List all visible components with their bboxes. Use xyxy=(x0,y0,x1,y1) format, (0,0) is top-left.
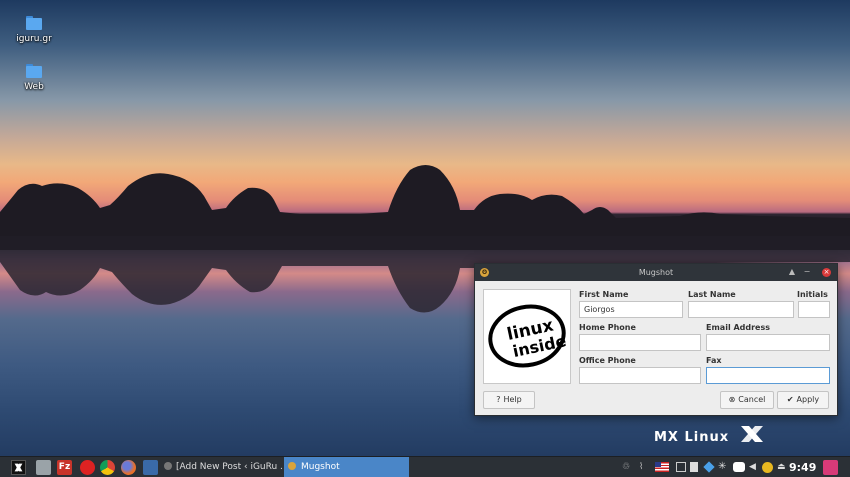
notification-icon[interactable] xyxy=(762,462,773,473)
task-label: Mugshot xyxy=(301,462,340,472)
last-name-field[interactable] xyxy=(688,301,794,318)
task-label: [Add New Post ‹ iGuRu ... xyxy=(176,462,282,472)
shore xyxy=(0,236,850,250)
filezilla-icon[interactable]: Fz xyxy=(57,460,72,475)
fax-label: Fax xyxy=(706,356,722,365)
firefox-small-icon xyxy=(164,462,172,470)
home-phone-label: Home Phone xyxy=(579,323,636,332)
mugshot-app-icon: ʘ xyxy=(480,268,489,277)
dropbox-icon[interactable] xyxy=(703,461,715,473)
desktop-icon-web[interactable]: Web xyxy=(4,64,64,92)
desktop-icon-label: Web xyxy=(24,82,44,92)
updates-icon[interactable]: ♲ xyxy=(622,462,632,472)
attachment-icon[interactable]: ⌇ xyxy=(639,462,649,472)
clipboard-icon[interactable] xyxy=(690,462,698,472)
screenshot-tool-icon[interactable] xyxy=(143,460,158,475)
first-name-field[interactable]: Giorgos xyxy=(579,301,683,318)
mx-linux-logo: MX Linux xyxy=(654,424,765,445)
initials-field[interactable] xyxy=(798,301,830,318)
chrome-icon[interactable] xyxy=(100,460,115,475)
treeline-silhouette xyxy=(0,165,850,238)
task-mugshot[interactable]: Mugshot xyxy=(284,457,409,477)
us-flag-icon[interactable] xyxy=(655,462,669,472)
volume-icon[interactable]: ◀ xyxy=(749,462,759,472)
office-phone-field[interactable] xyxy=(579,367,701,384)
mx-start-menu-icon[interactable] xyxy=(11,460,26,475)
help-button-label: Help xyxy=(503,395,522,404)
folder-icon xyxy=(26,64,42,78)
cancel-icon: ⊗ xyxy=(728,395,736,404)
file-manager-icon[interactable] xyxy=(36,460,51,475)
dialog-title: Mugshot xyxy=(638,268,674,277)
help-button[interactable]: ? Help xyxy=(483,391,535,409)
email-field[interactable] xyxy=(706,334,830,351)
apply-button[interactable]: ✔ Apply xyxy=(777,391,829,409)
mx-x-icon xyxy=(740,426,763,442)
check-icon: ✔ xyxy=(786,395,794,404)
first-name-label: First Name xyxy=(579,290,629,299)
chat-icon[interactable] xyxy=(733,462,745,472)
linux-inside-logo: linux inside xyxy=(488,304,568,368)
office-phone-label: Office Phone xyxy=(579,356,636,365)
show-desktop-icon[interactable] xyxy=(823,460,838,475)
taskbar: Fz [Add New Post ‹ iGuRu ... Mugshot ♲ ⌇… xyxy=(0,456,850,477)
task-add-new-post[interactable]: [Add New Post ‹ iGuRu ... xyxy=(162,457,282,477)
mugshot-dialog: ʘ Mugshot ▲ − × linux inside First Name … xyxy=(474,263,838,416)
network-icon[interactable]: ✳ xyxy=(718,462,728,472)
clock[interactable]: 9:49 xyxy=(789,457,816,477)
cancel-button-label: Cancel xyxy=(738,395,766,404)
eject-icon[interactable]: ⏏ xyxy=(777,462,787,472)
brand-text: MX Linux xyxy=(654,430,730,445)
mugshot-small-icon xyxy=(288,462,296,470)
cancel-button[interactable]: ⊗ Cancel xyxy=(720,391,774,409)
desktop-icon-iguru[interactable]: iguru.gr xyxy=(4,16,64,44)
last-name-label: Last Name xyxy=(688,290,736,299)
initials-label: Initials xyxy=(797,290,828,299)
display-icon[interactable] xyxy=(676,462,686,472)
help-icon: ? xyxy=(496,395,501,404)
folder-icon xyxy=(26,16,42,30)
email-label: Email Address xyxy=(706,323,771,332)
firefox-icon[interactable] xyxy=(121,460,136,475)
fax-field[interactable] xyxy=(706,367,830,384)
desktop-icon-label: iguru.gr xyxy=(16,34,52,44)
keep-above-icon[interactable]: ▲ xyxy=(786,266,798,278)
close-icon[interactable]: × xyxy=(822,268,831,277)
opera-icon[interactable] xyxy=(80,460,95,475)
home-phone-field[interactable] xyxy=(579,334,701,351)
minimize-icon[interactable]: − xyxy=(801,266,813,278)
user-photo-button[interactable]: linux inside xyxy=(483,289,571,384)
apply-button-label: Apply xyxy=(796,395,820,404)
dialog-titlebar[interactable]: ʘ Mugshot ▲ − × xyxy=(475,264,837,281)
